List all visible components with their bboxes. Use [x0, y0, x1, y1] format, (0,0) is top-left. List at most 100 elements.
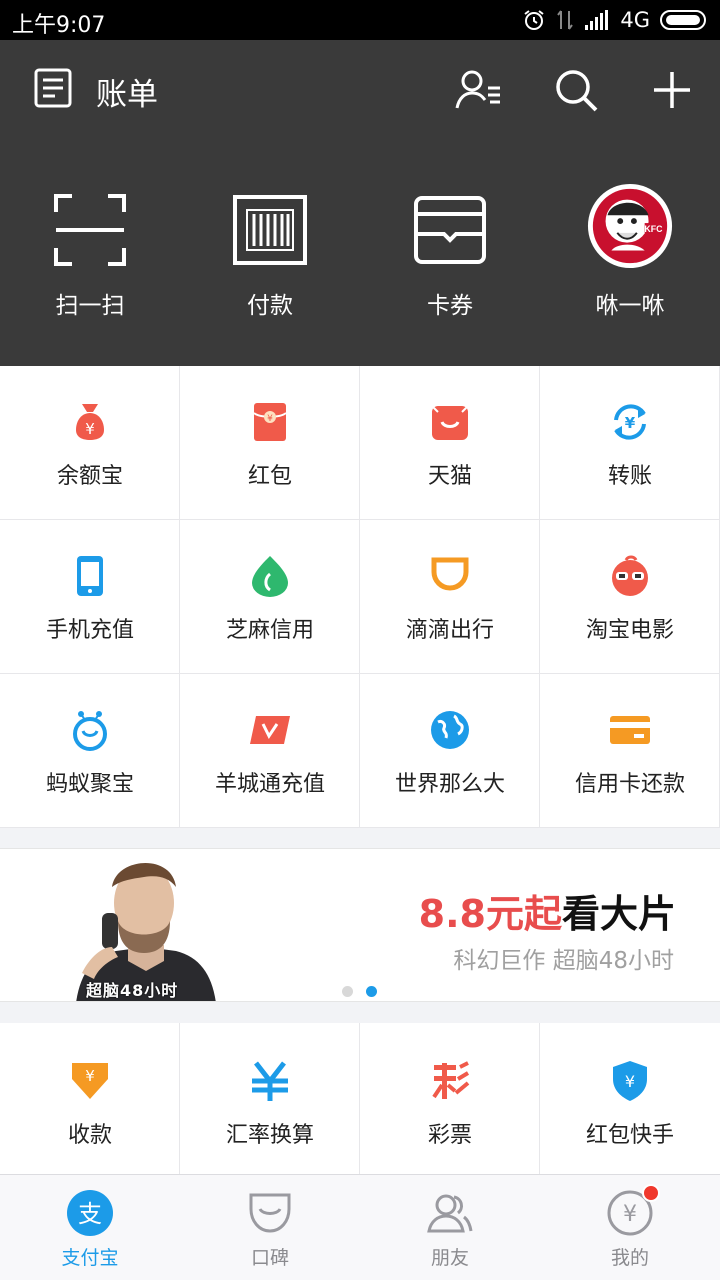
- page-title[interactable]: 账单: [96, 69, 158, 114]
- svg-text:KFC: KFC: [644, 224, 663, 234]
- red-packet-icon: ¥: [253, 403, 287, 441]
- tab-label: 口碑: [250, 1247, 289, 1269]
- bottom-tab-bar: 支 支付宝 口碑 朋友 ¥ 我的: [0, 1174, 720, 1280]
- money-bag-icon: ¥: [76, 404, 104, 440]
- svg-text:¥: ¥: [267, 414, 273, 424]
- add-icon[interactable]: [648, 66, 696, 114]
- quick-action-scan[interactable]: 扫一扫: [0, 136, 180, 366]
- kfc-logo-icon: KFC: [587, 183, 673, 269]
- contacts-icon[interactable]: [454, 66, 502, 114]
- quick-action-cards[interactable]: 卡券: [360, 136, 540, 366]
- search-icon[interactable]: [552, 66, 600, 114]
- grid-item-label: 红包快手: [585, 1123, 674, 1148]
- quick-actions: 扫一扫 付款 卡券 KFC 咻一咻: [0, 136, 720, 366]
- grid-item-yuebao[interactable]: ¥ 余额宝: [0, 366, 180, 520]
- tmall-bag-icon: [431, 405, 469, 440]
- grid-item-didi[interactable]: 滴滴出行: [360, 520, 540, 674]
- sesame-leaf-icon: [252, 556, 288, 597]
- svg-text:¥: ¥: [85, 1067, 95, 1085]
- grid-item-label: 红包: [247, 464, 292, 489]
- quick-action-pay[interactable]: 付款: [180, 136, 360, 366]
- tab-friends[interactable]: 朋友: [360, 1175, 540, 1280]
- grid-item-label: 信用卡还款: [574, 772, 685, 797]
- grid-item-world[interactable]: 世界那么大: [360, 674, 540, 828]
- grid-item-label: 手机充值: [45, 618, 134, 643]
- credit-card-icon: [610, 716, 650, 744]
- notification-dot: [642, 1184, 660, 1202]
- banner-subtitle: 科幻巨作 超脑48小时: [453, 948, 674, 974]
- lottery-icon: [432, 1061, 470, 1099]
- grid-item-yangchengtong[interactable]: 羊城通充值: [180, 674, 360, 828]
- promo-banner[interactable]: 超脑48小时 8.8元起看大片 科幻巨作 超脑48小时: [0, 848, 720, 1002]
- poster-caption: 超脑48小时: [86, 981, 179, 1000]
- service-grid-2: ¥ 收款 汇率换算 彩票 ¥ 红包快手: [0, 1023, 720, 1174]
- status-time: 上午9:07: [12, 13, 106, 38]
- mobile-phone-icon: [77, 556, 103, 596]
- svg-text:¥: ¥: [623, 1202, 637, 1227]
- tab-label: 朋友: [430, 1247, 469, 1269]
- tab-label: 支付宝: [61, 1247, 119, 1269]
- quick-action-shake[interactable]: KFC 咻一咻: [540, 136, 720, 366]
- grid-item-lottery[interactable]: 彩票: [360, 1023, 540, 1174]
- data-transfer-icon: [557, 10, 574, 30]
- network-type: 4G: [620, 8, 650, 32]
- yangchengtong-card-icon: [250, 716, 290, 744]
- svg-text:¥: ¥: [625, 1072, 635, 1091]
- shield-icon: ¥: [613, 1061, 647, 1101]
- koubei-icon: [249, 1193, 291, 1233]
- exchange-rate-icon: [252, 1061, 288, 1101]
- tab-koubei[interactable]: 口碑: [180, 1175, 360, 1280]
- headline-price: 8.8元起: [418, 892, 562, 936]
- grid-item-label: 淘宝电影: [585, 618, 674, 643]
- status-icons: 4G: [522, 6, 708, 34]
- grid-item-label: 滴滴出行: [405, 618, 494, 643]
- ant-fortune-icon: [73, 711, 107, 751]
- svg-text:¥: ¥: [85, 420, 95, 438]
- tab-me[interactable]: ¥ 我的: [540, 1175, 720, 1280]
- card-wallet-icon: [414, 196, 486, 264]
- grid-item-red-packet[interactable]: ¥ 红包: [180, 366, 360, 520]
- receive-money-icon: ¥: [72, 1063, 108, 1099]
- tab-label: 我的: [610, 1247, 649, 1269]
- headline-text: 看大片: [561, 892, 676, 936]
- grid-item-label: 转账: [607, 464, 652, 489]
- grid-item-exchange-rate[interactable]: 汇率换算: [180, 1023, 360, 1174]
- grid-item-label: 世界那么大: [394, 772, 505, 797]
- grid-item-receive-money[interactable]: ¥ 收款: [0, 1023, 180, 1174]
- grid-item-red-packet-quick[interactable]: ¥ 红包快手: [540, 1023, 720, 1174]
- battery-icon: [660, 10, 706, 30]
- svg-text:¥: ¥: [625, 414, 636, 432]
- grid-item-label: 收款: [67, 1123, 112, 1148]
- grid-item-credit-card[interactable]: 信用卡还款: [540, 674, 720, 828]
- grid-item-label: 蚂蚁聚宝: [45, 772, 134, 797]
- grid-item-ant-fortune[interactable]: 蚂蚁聚宝: [0, 674, 180, 828]
- transfer-icon: ¥: [614, 404, 646, 440]
- carousel-dot-1[interactable]: [342, 986, 353, 997]
- grid-item-mobile-topup[interactable]: 手机充值: [0, 520, 180, 674]
- grid-item-taobao-movie[interactable]: 淘宝电影: [540, 520, 720, 674]
- quick-action-label: 咻一咻: [595, 293, 665, 319]
- bill-icon[interactable]: [33, 68, 73, 108]
- quick-action-label: 扫一扫: [55, 293, 125, 319]
- didi-icon: [431, 557, 469, 591]
- grid-item-transfer[interactable]: ¥ 转账: [540, 366, 720, 520]
- scan-icon: [54, 194, 126, 266]
- grid-item-label: 余额宝: [56, 464, 123, 489]
- carousel-dot-2[interactable]: [366, 986, 377, 997]
- quick-action-label: 卡券: [427, 293, 473, 319]
- friends-icon: [427, 1194, 473, 1233]
- banner-headline: 8.8元起看大片: [419, 883, 676, 938]
- grid-item-sesame-credit[interactable]: 芝麻信用: [180, 520, 360, 674]
- grid-item-label: 天猫: [427, 464, 472, 489]
- grid-item-label: 芝麻信用: [225, 618, 314, 643]
- top-header: 账单: [0, 40, 720, 136]
- tab-alipay[interactable]: 支 支付宝: [0, 1175, 180, 1280]
- grid-item-tmall[interactable]: 天猫: [360, 366, 540, 520]
- movie-mascot-icon: [612, 555, 648, 596]
- globe-icon: [431, 711, 469, 749]
- alarm-icon: [524, 10, 544, 30]
- grid-item-label: 彩票: [427, 1123, 472, 1148]
- grid-item-label: 汇率换算: [225, 1123, 314, 1148]
- status-bar: 上午9:07 4G: [0, 0, 720, 40]
- grid-item-label: 羊城通充值: [214, 772, 325, 797]
